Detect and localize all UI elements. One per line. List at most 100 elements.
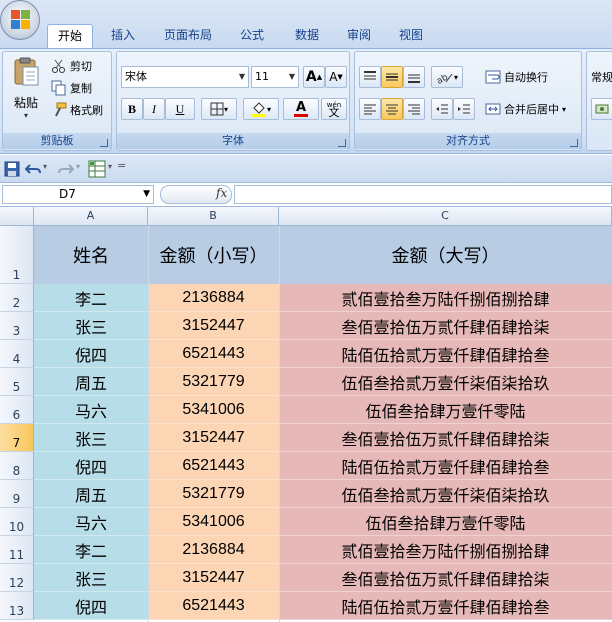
font-name-select[interactable]: 宋体 ▼ [121,66,249,88]
amount-upper-cell[interactable]: 陆佰伍拾贰万壹仟肆佰肆拾叁 [279,340,612,368]
row-header[interactable]: 8 [0,452,34,480]
redo-icon[interactable] [58,161,74,177]
name-cell[interactable]: 马六 [34,508,148,536]
column-header-c[interactable]: C [279,207,612,226]
amount-lower-cell[interactable]: 5341006 [148,508,279,536]
amount-lower-cell[interactable]: 2136884 [148,536,279,564]
undo-dropdown-icon[interactable]: ▾ [43,162,47,171]
tab-insert[interactable]: 插入 [104,24,142,48]
undo-icon[interactable] [25,161,41,177]
amount-upper-cell[interactable]: 伍佰叁拾贰万壹仟柒佰柒拾玖 [279,368,612,396]
amount-upper-cell[interactable]: 伍佰叁拾肆万壹仟零陆 [279,508,612,536]
amount-lower-cell[interactable]: 2136884 [148,284,279,312]
shrink-font-button[interactable]: A ▼ [325,66,347,88]
underline-button[interactable]: U [165,98,195,120]
name-cell[interactable]: 周五 [34,368,148,396]
grow-font-button[interactable]: A ▲ [303,66,325,88]
name-cell[interactable]: 张三 [34,312,148,340]
row-header[interactable]: 5 [0,368,34,396]
row-header-1[interactable]: 1 [0,226,34,284]
copy-button[interactable]: 复制 [49,78,94,98]
column-header-a[interactable]: A [34,207,148,226]
currency-format-button[interactable] [591,98,612,120]
font-color-button[interactable]: A [283,98,319,120]
formula-input[interactable] [234,185,612,204]
clipboard-launcher-icon[interactable] [100,139,108,147]
amount-upper-cell[interactable]: 陆佰伍拾贰万壹仟肆佰肆拾叁 [279,592,612,620]
qat-more-icon[interactable]: = [117,159,126,172]
tab-home[interactable]: 开始 [47,24,93,49]
row-header[interactable]: 9 [0,480,34,508]
font-launcher-icon[interactable] [338,139,346,147]
name-cell[interactable]: 马六 [34,396,148,424]
italic-button[interactable]: I [143,98,165,120]
row-header[interactable]: 13 [0,592,34,620]
paste-button[interactable]: 粘贴 ▾ [9,56,43,122]
header-cell-name[interactable]: 姓名 [34,226,148,284]
select-all-corner[interactable] [0,207,34,226]
wrap-text-button[interactable]: 自动换行 [483,67,550,87]
insert-function-icon[interactable]: fx [216,186,227,200]
align-right-button[interactable] [403,98,425,120]
paste-dropdown-icon[interactable]: ▾ [9,111,43,120]
amount-upper-cell[interactable]: 陆佰伍拾贰万壹仟肆佰肆拾叁 [279,452,612,480]
name-cell[interactable]: 倪四 [34,452,148,480]
align-middle-button[interactable] [381,66,403,88]
qat-customize-dropdown-icon[interactable]: ▾ [108,162,112,171]
amount-upper-cell[interactable]: 贰佰壹拾叁万陆仟捌佰捌拾肆 [279,536,612,564]
tab-formulas[interactable]: 公式 [232,24,272,48]
amount-lower-cell[interactable]: 3152447 [148,424,279,452]
amount-lower-cell[interactable]: 3152447 [148,312,279,340]
spreadsheet-icon[interactable] [88,160,106,178]
row-header[interactable]: 3 [0,312,34,340]
fill-color-button[interactable]: ▾ [243,98,279,120]
alignment-launcher-icon[interactable] [570,139,578,147]
row-header[interactable]: 10 [0,508,34,536]
row-header[interactable]: 4 [0,340,34,368]
save-icon[interactable] [4,161,20,177]
amount-lower-cell[interactable]: 5321779 [148,368,279,396]
amount-upper-cell[interactable]: 伍佰叁拾肆万壹仟零陆 [279,396,612,424]
amount-lower-cell[interactable]: 6521443 [148,452,279,480]
format-painter-button[interactable]: 格式刷 [49,100,105,120]
borders-button[interactable]: ▾ [201,98,237,120]
name-box[interactable]: D7 ▼ [2,185,154,204]
number-format-select[interactable]: 常规 [591,69,612,85]
tab-view[interactable]: 视图 [391,24,431,48]
header-cell-amount-lower[interactable]: 金额（小写） [148,226,279,284]
name-cell[interactable]: 张三 [34,564,148,592]
tab-page-layout[interactable]: 页面布局 [157,24,219,48]
decrease-indent-button[interactable] [431,98,453,120]
name-cell[interactable]: 李二 [34,536,148,564]
amount-lower-cell[interactable]: 5341006 [148,396,279,424]
cut-button[interactable]: 剪切 [49,56,94,76]
phonetic-button[interactable]: wén 文 [321,98,347,120]
orientation-button[interactable]: ab ▾ [431,66,463,88]
row-header[interactable]: 6 [0,396,34,424]
name-cell[interactable]: 倪四 [34,340,148,368]
row-header[interactable]: 2 [0,284,34,312]
name-cell[interactable]: 倪四 [34,592,148,620]
header-cell-amount-upper[interactable]: 金额（大写） [279,226,612,284]
row-header[interactable]: 11 [0,536,34,564]
merge-center-button[interactable]: 合并后居中 ▾ [483,99,568,119]
bold-button[interactable]: B [121,98,143,120]
amount-upper-cell[interactable]: 叁佰壹拾伍万贰仟肆佰肆拾柒 [279,564,612,592]
amount-lower-cell[interactable]: 3152447 [148,564,279,592]
amount-upper-cell[interactable]: 叁佰壹拾伍万贰仟肆佰肆拾柒 [279,312,612,340]
row-header[interactable]: 7 [0,424,34,452]
amount-upper-cell[interactable]: 贰佰壹拾叁万陆仟捌佰捌拾肆 [279,284,612,312]
amount-lower-cell[interactable]: 6521443 [148,592,279,620]
office-button[interactable] [0,0,40,40]
name-cell[interactable]: 李二 [34,284,148,312]
row-header[interactable]: 12 [0,564,34,592]
align-center-button[interactable] [381,98,403,120]
name-cell[interactable]: 周五 [34,480,148,508]
name-box-dropdown-icon[interactable]: ▼ [143,186,150,203]
amount-lower-cell[interactable]: 5321779 [148,480,279,508]
align-left-button[interactable] [359,98,381,120]
tab-review[interactable]: 审阅 [339,24,379,48]
align-top-button[interactable] [359,66,381,88]
name-cell[interactable]: 张三 [34,424,148,452]
amount-lower-cell[interactable]: 6521443 [148,340,279,368]
